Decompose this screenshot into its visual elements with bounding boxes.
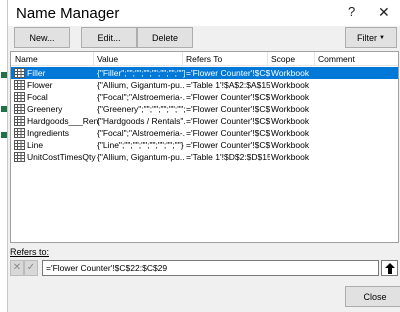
value-cell: {"Line";"";"";"";"";"";"";""} (97, 140, 184, 150)
refers-to-cell: ='Flower Counter'!$C$... (186, 92, 270, 102)
scope-cell: Workbook (271, 116, 310, 126)
new-button-label: New... (29, 32, 55, 43)
chevron-down-icon: ▼ (379, 34, 385, 41)
help-button[interactable]: ? (348, 4, 355, 19)
refers-to-row: ✕ ✓ (10, 260, 399, 277)
refers-to-cell: ='Flower Counter'!$C$... (186, 140, 270, 150)
filter-button-label: Filter (357, 32, 378, 43)
value-cell: {"Allium, Gigantum-pu... (97, 152, 185, 162)
refers-to-cell: ='Flower Counter'!$C$... (186, 128, 270, 138)
name-cell: Greenery (27, 104, 63, 114)
named-range-icon (14, 140, 25, 150)
name-cell: Focal (27, 92, 48, 102)
scope-cell: Workbook (271, 68, 310, 78)
named-range-icon (14, 68, 25, 78)
new-button[interactable]: New... (14, 27, 70, 48)
value-cell: {"Hardgoods / Rentals"... (97, 116, 185, 126)
collapse-dialog-button[interactable] (381, 260, 398, 276)
scope-cell: Workbook (271, 128, 310, 138)
title-bar: Name Manager ? ✕ (8, 0, 400, 26)
value-cell: {"Allium, Gigantum-pu... (97, 80, 185, 90)
close-button[interactable]: Close (345, 286, 400, 307)
name-manager-dialog: Name Manager ? ✕ New... Edit... Delete F… (8, 0, 400, 312)
value-cell: {"Filler";"";"";"";"";"";"";""} (97, 68, 185, 78)
scope-cell: Workbook (271, 92, 310, 102)
delete-button-label: Delete (151, 32, 178, 43)
scope-cell: Workbook (271, 152, 310, 162)
close-button-label: Close (363, 291, 387, 302)
name-cell: Filler (27, 68, 46, 78)
excel-cell-marker (1, 72, 7, 78)
refers-to-cell: ='Table 1'!$D$2:$D$155 (186, 152, 270, 162)
refers-to-input[interactable] (42, 260, 379, 276)
name-cell: Ingredients (27, 128, 70, 138)
edit-button[interactable]: Edit... (81, 27, 137, 48)
names-list[interactable]: Name Value Refers To Scope Comment Fille… (10, 51, 399, 243)
column-header-value[interactable]: Value (97, 54, 118, 64)
column-divider[interactable] (93, 52, 94, 66)
refers-to-cell: ='Flower Counter'!$C$... (186, 68, 270, 78)
name-cell: UnitCostTimesQty (27, 152, 96, 162)
excel-background-strip (0, 0, 8, 312)
column-header-comment[interactable]: Comment (318, 54, 355, 64)
column-divider[interactable] (314, 52, 315, 66)
excel-cell-marker (1, 106, 7, 112)
name-cell: Hardgoods___Rent... (27, 116, 99, 126)
named-range-icon (14, 128, 25, 138)
scope-cell: Workbook (271, 140, 310, 150)
refers-to-cell: ='Flower Counter'!$C$... (186, 116, 270, 126)
refers-to-cell: ='Table 1'!$A$2:$A$155 (186, 80, 270, 90)
named-range-icon (14, 80, 25, 90)
name-cell: Line (27, 140, 44, 150)
name-cell: Flower (27, 80, 53, 90)
column-header-refers-to[interactable]: Refers To (186, 54, 222, 64)
named-range-icon (14, 152, 25, 162)
named-range-icon (14, 116, 25, 126)
list-item[interactable]: Line {"Line";"";"";"";"";"";"";""} ='Flowe… (11, 139, 398, 151)
list-item[interactable]: UnitCostTimesQty {"Allium, Gigantum-pu...… (11, 151, 398, 163)
named-range-icon (14, 92, 25, 102)
arrow-up-icon (384, 262, 395, 274)
cancel-edit-icon[interactable]: ✕ (10, 260, 24, 276)
list-item[interactable]: Ingredients {"Focal";"Alstroemeria-... ='F… (11, 127, 398, 139)
scope-cell: Workbook (271, 80, 310, 90)
column-header-name[interactable]: Name (15, 54, 38, 64)
close-window-button[interactable]: ✕ (378, 4, 390, 21)
refers-to-cell: ='Flower Counter'!$C$... (186, 104, 270, 114)
list-item[interactable]: Greenery {"Greenery";"";"";"";"";"";... ='… (11, 103, 398, 115)
filter-button[interactable]: Filter ▼ (345, 27, 397, 48)
delete-button[interactable]: Delete (137, 27, 193, 48)
value-cell: {"Greenery";"";"";"";"";"";... (97, 104, 185, 114)
column-divider[interactable] (182, 52, 183, 66)
edit-button-label: Edit... (97, 32, 121, 43)
scope-cell: Workbook (271, 104, 310, 114)
column-divider[interactable] (267, 52, 268, 66)
list-item[interactable]: Hardgoods___Rent...{"Hardgoods / Rentals… (11, 115, 398, 127)
list-item[interactable]: Flower {"Allium, Gigantum-pu... ='Table 1'… (11, 79, 398, 91)
list-header: Name Value Refers To Scope Comment (11, 52, 398, 66)
confirm-edit-icon[interactable]: ✓ (24, 260, 38, 276)
list-item[interactable]: Focal {"Focal";"Alstroemeria-... ='Flower … (11, 91, 398, 103)
refers-to-label: Refers to: (10, 247, 49, 257)
refers-to-label-text: Refers to: (10, 247, 50, 257)
dialog-title: Name Manager (16, 5, 120, 22)
column-header-scope[interactable]: Scope (271, 54, 295, 64)
list-item[interactable]: Filler {"Filler";"";"";"";"";"";"";""} ='F… (11, 67, 398, 79)
value-cell: {"Focal";"Alstroemeria-... (97, 92, 185, 102)
named-range-icon (14, 104, 25, 114)
excel-cell-marker (1, 132, 7, 138)
value-cell: {"Focal";"Alstroemeria-... (97, 128, 185, 138)
